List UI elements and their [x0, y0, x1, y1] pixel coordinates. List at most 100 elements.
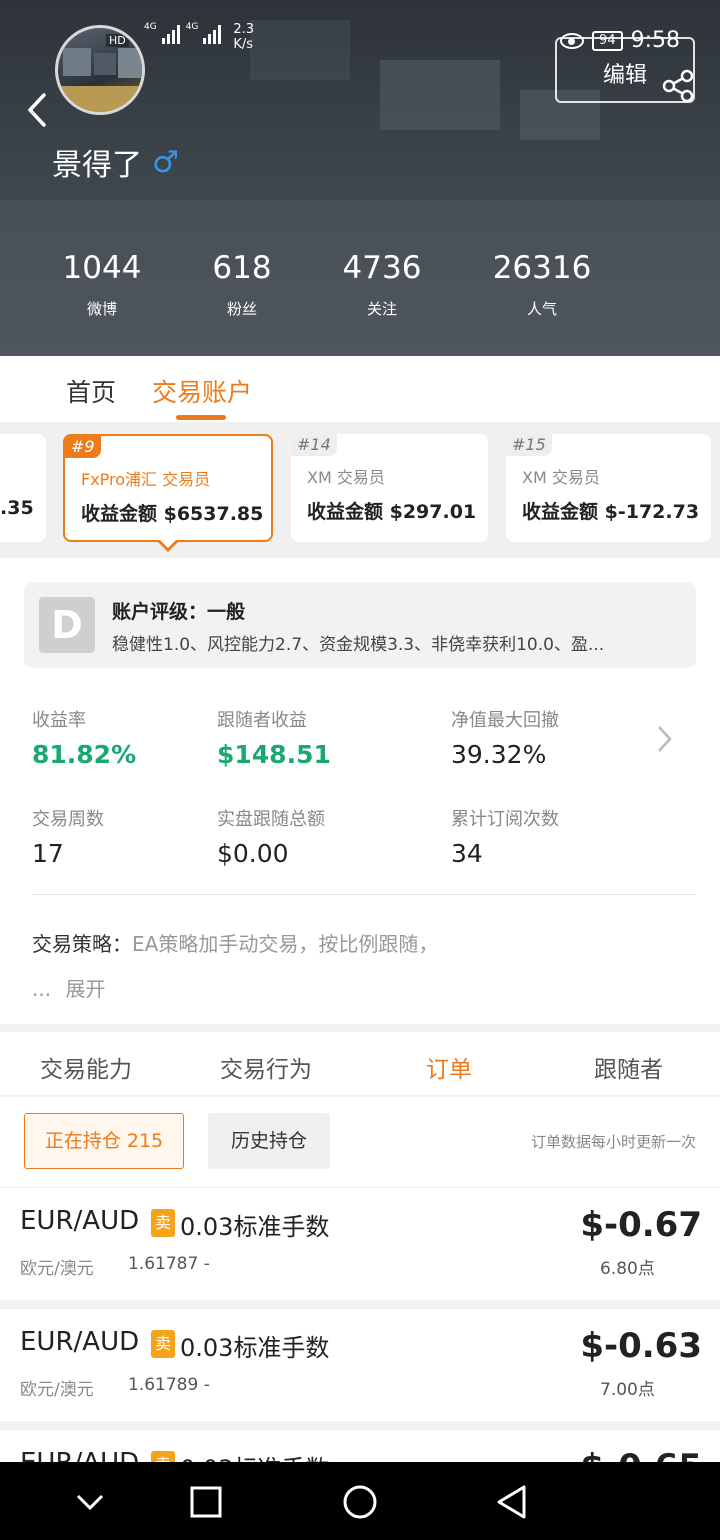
- card-broker: XM 交易员: [307, 468, 385, 487]
- account-card-selected[interactable]: #9 FxPro浦汇 交易员 收益金额 $6537.85: [63, 434, 273, 542]
- account-card-partial[interactable]: .35: [0, 434, 46, 542]
- card-rank: #14: [291, 434, 337, 456]
- nav-recents-icon[interactable]: [186, 1482, 226, 1522]
- signal-icon: 4G: [186, 22, 222, 44]
- sell-badge: 卖: [151, 1209, 175, 1237]
- card-amount: .35: [0, 497, 34, 519]
- metric-label: 累计订阅次数: [451, 809, 559, 830]
- stat-label: 微博: [86, 300, 117, 318]
- order-pair: EUR/AUD: [20, 1206, 140, 1236]
- stat-label: 关注: [366, 300, 397, 318]
- strategy: 交易策略：EA策略加手动交易，按比例跟随，: [32, 928, 438, 957]
- tab-home[interactable]: 首页: [66, 373, 116, 409]
- male-icon: ♂: [152, 144, 179, 180]
- metric-value: 81.82%: [32, 740, 137, 769]
- account-card[interactable]: #15 XM 交易员 收益金额 $-172.73: [506, 434, 711, 542]
- order-pair: EUR/AUD: [20, 1327, 140, 1357]
- stat-value: 1044: [62, 250, 142, 286]
- order-filter: 正在持仓 215 历史持仓 订单数据每小时更新一次: [0, 1097, 720, 1187]
- card-broker: XM 交易员: [522, 468, 600, 487]
- stat-label: 粉丝: [226, 300, 257, 318]
- share-icon[interactable]: [661, 69, 695, 103]
- update-note: 订单数据每小时更新一次: [530, 1133, 696, 1151]
- strategy-ellipsis: ...: [32, 977, 52, 1001]
- nav-back-icon[interactable]: [492, 1482, 532, 1522]
- metric-value: $148.51: [217, 740, 331, 769]
- rating-grade-badge: D: [39, 597, 95, 653]
- metric-label: 交易周数: [32, 809, 104, 830]
- stat-fans[interactable]: 618 粉丝: [172, 250, 312, 319]
- tab-trading-ability[interactable]: 交易能力: [40, 1050, 132, 1084]
- metric-subscriptions: 累计订阅次数 34: [451, 805, 559, 868]
- order-profit: $-0.67: [580, 1205, 702, 1245]
- metric-max-drawdown: 净值最大回撤 39.32%: [451, 706, 559, 769]
- avatar[interactable]: HD: [55, 25, 145, 115]
- expand-link[interactable]: 展开: [65, 977, 105, 1001]
- account-info: D 账户评级：一般 稳健性1.0、风控能力2.7、资金规模3.3、非侥幸获利10…: [0, 558, 720, 1024]
- network-speed: 2.3 K/s: [233, 22, 255, 52]
- divider: [32, 894, 696, 895]
- active-tab-indicator: [176, 415, 226, 420]
- back-arrow-icon[interactable]: [24, 92, 54, 128]
- account-card[interactable]: #14 XM 交易员 收益金额 $297.01: [291, 434, 488, 542]
- username: 景得了 ♂: [52, 140, 179, 184]
- nav-home-icon[interactable]: [340, 1482, 380, 1522]
- stat-weibo[interactable]: 1044 微博: [32, 250, 172, 319]
- order-price: 1.61787 -: [128, 1254, 210, 1274]
- signal-icon: 4G: [144, 22, 180, 44]
- metric-follow-total: 实盘跟随总额 $0.00: [217, 805, 325, 868]
- card-broker: FxPro浦汇 交易员: [81, 470, 211, 489]
- open-positions-button[interactable]: 正在持仓 215: [24, 1113, 184, 1169]
- order-lots: 0.03标准手数: [180, 1213, 330, 1241]
- tab-trading-behavior[interactable]: 交易行为: [220, 1050, 312, 1084]
- tab-followers[interactable]: 跟随者: [594, 1050, 663, 1084]
- metric-label: 收益率: [32, 710, 86, 731]
- nav-down-icon[interactable]: [70, 1482, 110, 1522]
- order-lots: 0.03标准手数: [180, 1334, 330, 1362]
- stat-popularity[interactable]: 26316 人气: [472, 250, 612, 319]
- strategy-text: EA策略加手动交易，按比例跟随，: [132, 932, 439, 956]
- card-amount: 收益金额 $-172.73: [522, 501, 700, 523]
- strategy-label: 交易策略：: [32, 932, 132, 956]
- username-text: 景得了: [52, 148, 142, 183]
- tab-orders[interactable]: 订单: [426, 1050, 472, 1084]
- order-price: 1.61789 -: [128, 1375, 210, 1395]
- order-points: 7.00点: [600, 1380, 655, 1400]
- order-points: 6.80点: [600, 1259, 655, 1279]
- stat-following[interactable]: 4736 关注: [312, 250, 452, 319]
- card-rank: #9: [65, 436, 101, 458]
- metric-label: 实盘跟随总额: [217, 809, 325, 830]
- metric-label: 净值最大回撤: [451, 710, 559, 731]
- chevron-right-icon[interactable]: [654, 724, 674, 754]
- stat-value: 618: [212, 250, 272, 286]
- history-positions-button[interactable]: 历史持仓: [208, 1113, 330, 1169]
- stat-label: 人气: [526, 300, 557, 318]
- profile-tabs: 首页 交易账户: [0, 356, 720, 422]
- metric-follower-profit: 跟随者收益 $148.51: [217, 706, 331, 769]
- metric-value: 17: [32, 839, 64, 868]
- profile-header: 4G 4G 2.3 K/s 94 9:58 HD 景得了 ♂ 编辑 1044 微…: [0, 0, 720, 356]
- order-pair-name: 欧元/澳元: [20, 1259, 94, 1279]
- edit-share-button[interactable]: 编辑: [555, 37, 695, 103]
- order-row[interactable]: EUR/AUD 卖 0.03标准手数 欧元/澳元 1.61787 - $-0.6…: [0, 1188, 720, 1300]
- order-pair-name: 欧元/澳元: [20, 1380, 94, 1400]
- metric-value: $0.00: [217, 839, 289, 868]
- order-row[interactable]: EUR/AUD 卖 0.03标准手数 欧元/澳元 1.61789 - $-0.6…: [0, 1309, 720, 1421]
- account-carousel[interactable]: .35 #9 FxPro浦汇 交易员 收益金额 $6537.85 #14 XM …: [0, 422, 720, 558]
- stat-value: 4736: [342, 250, 422, 286]
- edit-button[interactable]: 编辑: [603, 57, 647, 89]
- metric-value: 34: [451, 839, 483, 868]
- account-rating[interactable]: D 账户评级：一般 稳健性1.0、风控能力2.7、资金规模3.3、非侥幸获利10…: [24, 582, 696, 668]
- system-nav-bar: [0, 1462, 720, 1540]
- status-bar-left: 4G 4G 2.3 K/s: [144, 22, 254, 52]
- detail-tabs: 交易能力 交易行为 订单 跟随者: [0, 1032, 720, 1096]
- hd-badge: HD: [106, 34, 129, 47]
- card-amount: 收益金额 $6537.85: [81, 503, 264, 525]
- rating-title: 账户评级：一般: [112, 601, 246, 623]
- tab-trading-account[interactable]: 交易账户: [152, 373, 252, 409]
- order-profit: $-0.63: [580, 1326, 702, 1366]
- rating-detail: 稳健性1.0、风控能力2.7、资金规模3.3、非侥幸获利10.0、盈...: [112, 635, 605, 655]
- card-pointer: [158, 540, 178, 552]
- metric-label: 跟随者收益: [217, 710, 307, 731]
- metric-trading-weeks: 交易周数 17: [32, 805, 104, 868]
